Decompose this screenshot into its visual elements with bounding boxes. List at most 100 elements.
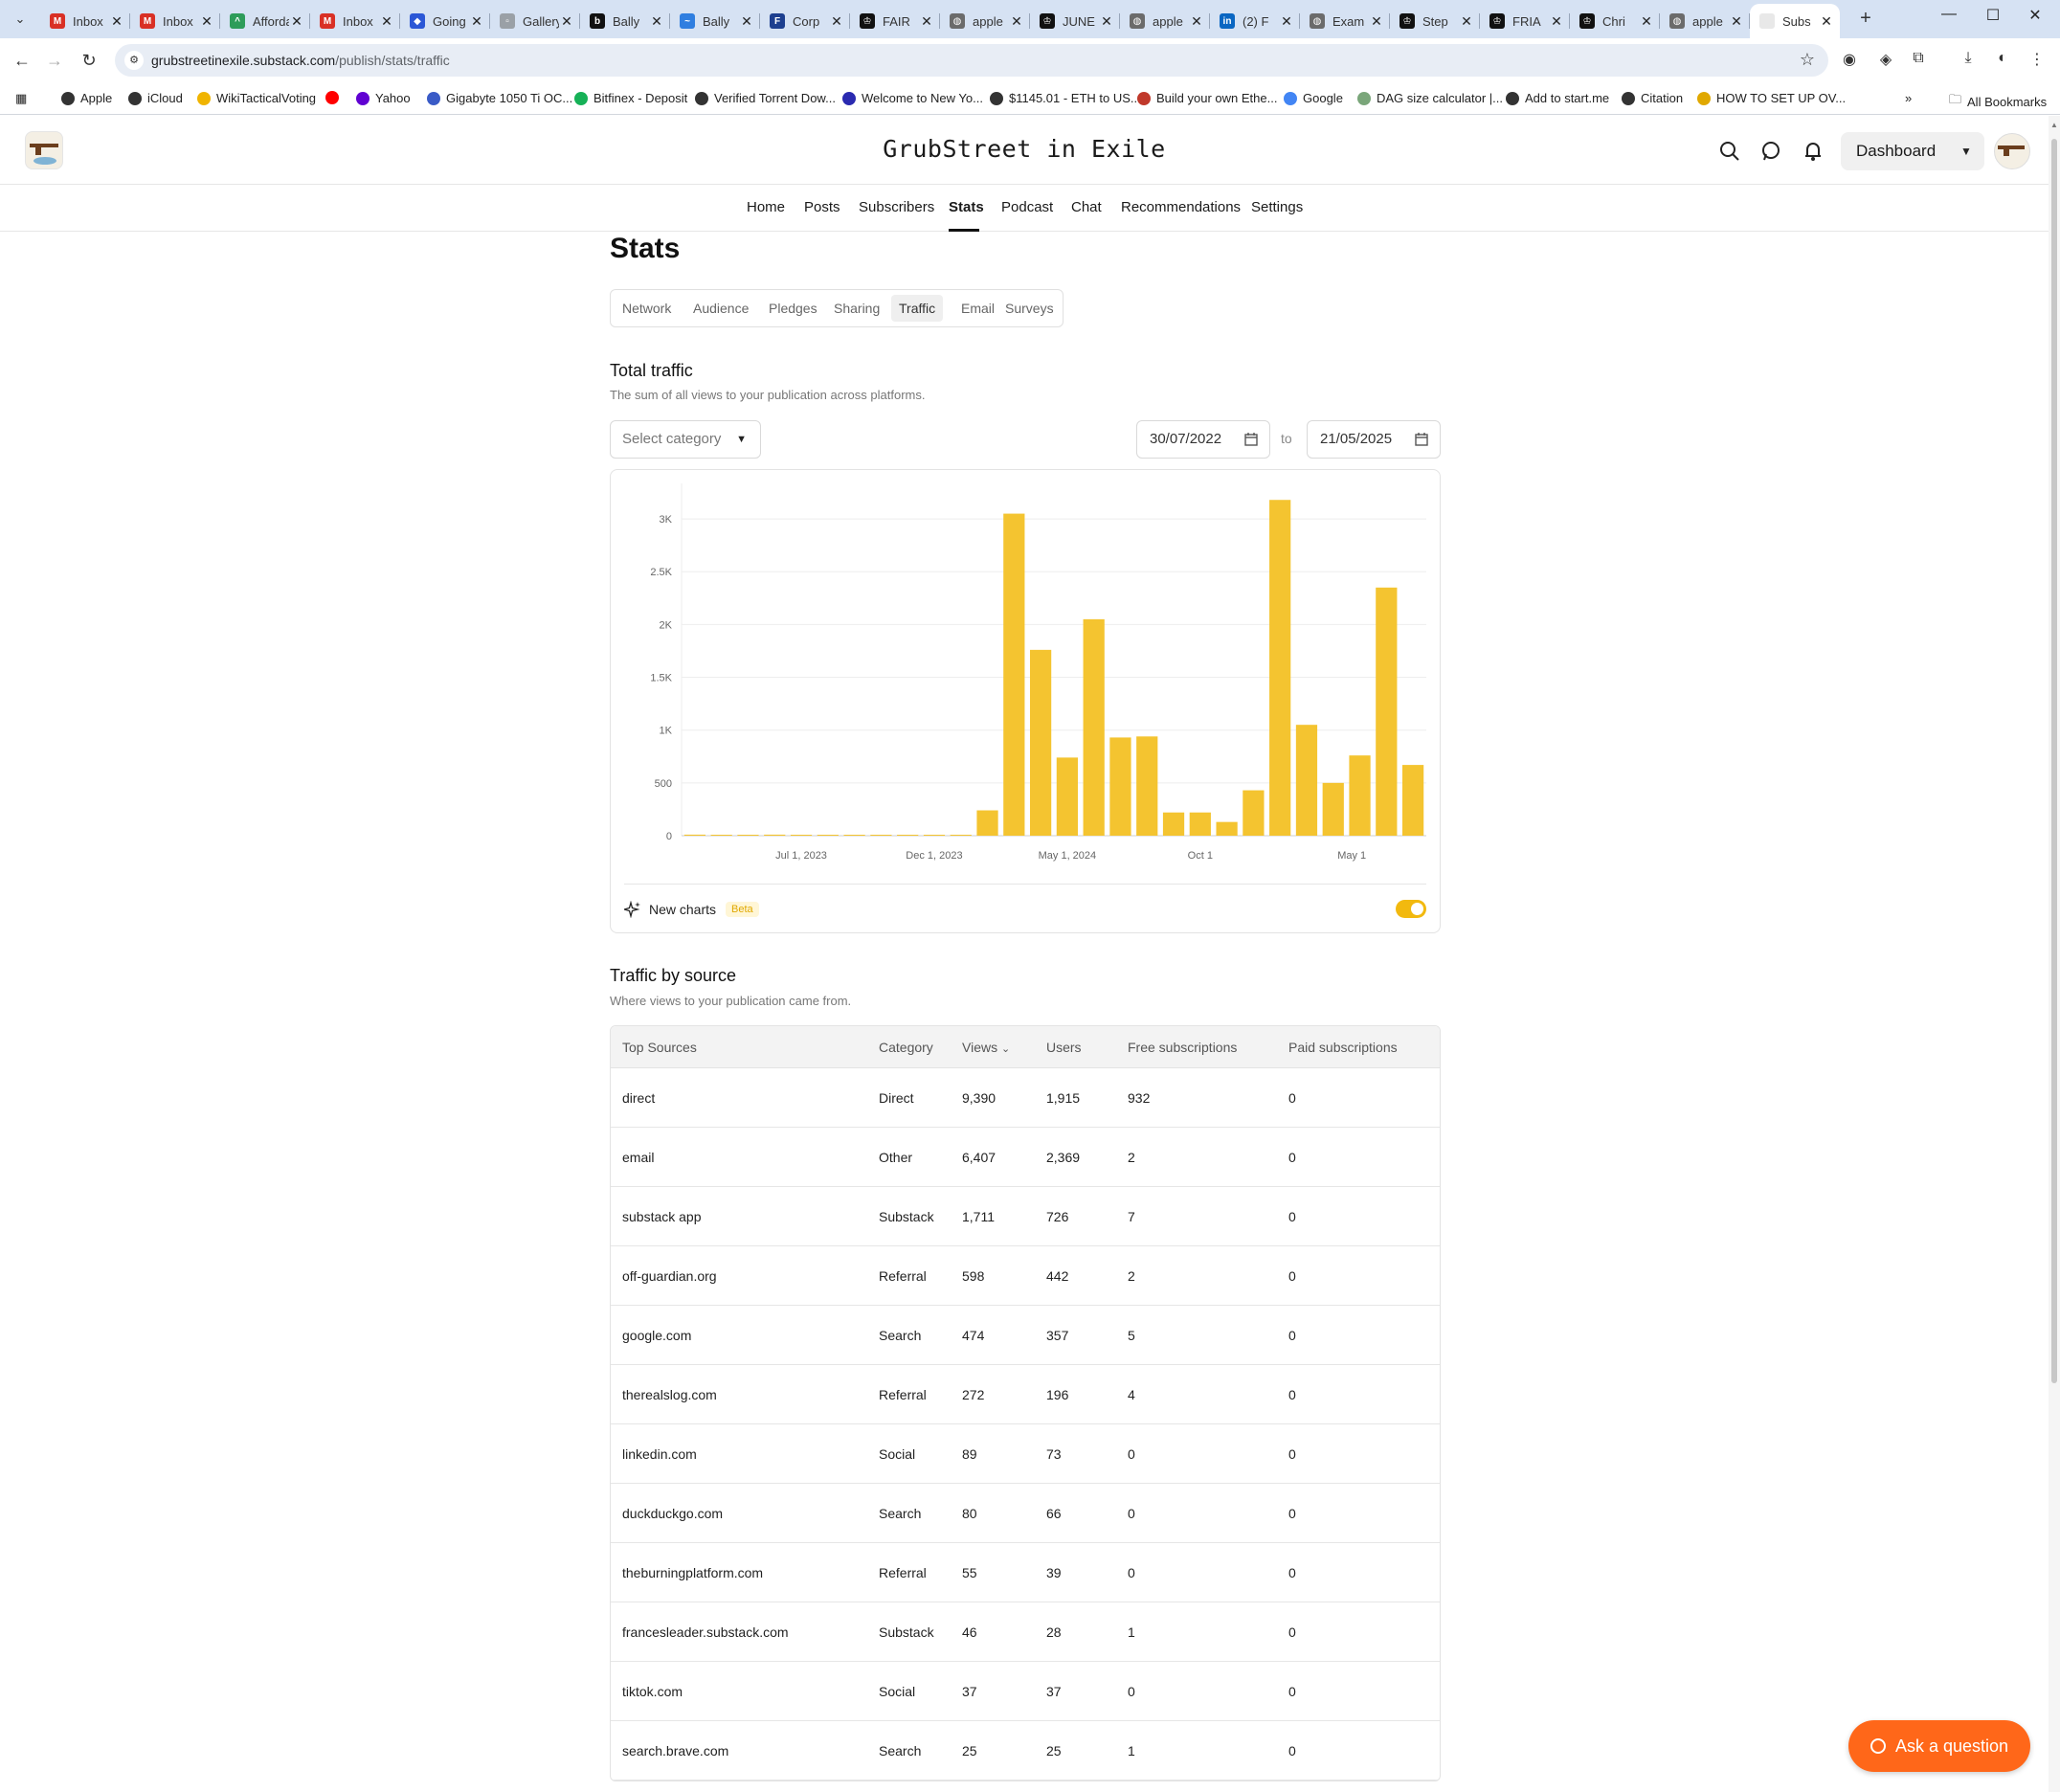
- dashboard-dropdown-caret-icon[interactable]: ▼: [1948, 132, 1984, 170]
- browser-tab[interactable]: in (2) F ✕: [1210, 6, 1300, 36]
- chart-bar[interactable]: [1189, 812, 1211, 836]
- chart-bar[interactable]: [1216, 821, 1238, 836]
- browser-tab[interactable]: ◆ Going ✕: [400, 6, 490, 36]
- date-from-field[interactable]: 30/07/2022: [1136, 420, 1270, 459]
- chart-bar[interactable]: [790, 835, 813, 836]
- close-tab-icon[interactable]: ✕: [1819, 13, 1834, 30]
- bookmarks-overflow-icon[interactable]: »: [1905, 91, 1912, 105]
- nav-stats[interactable]: Stats: [949, 199, 984, 215]
- dashboard-button[interactable]: Dashboard: [1841, 132, 1952, 170]
- table-row[interactable]: duckduckgo.com Search 80 66 0 0: [611, 1484, 1440, 1543]
- subtab-network[interactable]: Network: [615, 295, 679, 322]
- browser-tab[interactable]: ◍ apple ✕: [1660, 6, 1750, 36]
- menu-kebab-icon[interactable]: ⋮: [2026, 50, 2049, 71]
- chart-bar[interactable]: [764, 834, 786, 836]
- new-tab-button[interactable]: +: [1853, 8, 1878, 30]
- close-tab-icon[interactable]: ✕: [289, 13, 304, 30]
- calendar-icon[interactable]: [1414, 432, 1429, 447]
- chart-bar[interactable]: [1162, 812, 1185, 836]
- browser-tab[interactable]: M Inbox ✕: [40, 6, 130, 36]
- nav-settings[interactable]: Settings: [1251, 199, 1303, 215]
- apps-grid-icon[interactable]: ▦: [15, 91, 27, 106]
- browser-tab[interactable]: ♔ JUNE ✕: [1030, 6, 1120, 36]
- bookmark-item[interactable]: DAG size calculator |...: [1357, 91, 1503, 105]
- all-bookmarks-button[interactable]: 🗀 All Bookmarks: [1949, 91, 2047, 112]
- close-tab-icon[interactable]: ✕: [649, 13, 664, 30]
- search-icon[interactable]: [1717, 139, 1742, 164]
- calendar-icon[interactable]: [1243, 432, 1259, 447]
- table-row[interactable]: search.brave.com Search 25 25 1 0: [611, 1721, 1440, 1781]
- chart-bar[interactable]: [1243, 790, 1265, 836]
- table-row[interactable]: google.com Search 474 357 5 0: [611, 1306, 1440, 1365]
- address-bar[interactable]: ⚙ grubstreetinexile.substack.com/publish…: [115, 44, 1828, 77]
- chart-bar[interactable]: [710, 835, 732, 836]
- browser-tab[interactable]: M Inbox ✕: [130, 6, 220, 36]
- bookmark-item[interactable]: Welcome to New Yo...: [842, 91, 983, 105]
- page-scrollbar[interactable]: ▲: [2049, 116, 2060, 1792]
- bookmark-item[interactable]: Build your own Ethe...: [1137, 91, 1277, 105]
- chart-bar[interactable]: [1322, 782, 1344, 836]
- subtab-sharing[interactable]: Sharing: [826, 295, 887, 322]
- close-tab-icon[interactable]: ✕: [739, 13, 754, 30]
- new-charts-toggle[interactable]: [1396, 900, 1426, 918]
- chart-bar[interactable]: [923, 835, 946, 836]
- table-row[interactable]: theburningplatform.com Referral 55 39 0 0: [611, 1543, 1440, 1602]
- col-free-subscriptions[interactable]: Free subscriptions: [1128, 1040, 1237, 1055]
- bookmark-item[interactable]: WikiTacticalVoting: [197, 91, 316, 105]
- bookmark-item[interactable]: Bitfinex - Deposit: [574, 91, 687, 105]
- profile-icon[interactable]: ◐: [1991, 50, 2014, 71]
- chart-bar[interactable]: [976, 810, 998, 836]
- browser-tab[interactable]: ◍ Exam ✕: [1300, 6, 1390, 36]
- forward-icon[interactable]: →: [42, 48, 67, 73]
- bookmark-item[interactable]: Add to start.me: [1506, 91, 1609, 105]
- nav-chat[interactable]: Chat: [1071, 199, 1102, 215]
- subtab-surveys[interactable]: Surveys: [997, 295, 1062, 322]
- close-tab-icon[interactable]: ✕: [379, 13, 394, 30]
- bookmark-item[interactable]: Apple: [61, 91, 112, 105]
- browser-tab[interactable]: ▫ Gallery ✕: [490, 6, 580, 36]
- close-tab-icon[interactable]: ✕: [1099, 13, 1114, 30]
- bookmark-star-icon[interactable]: ☆: [1800, 50, 1815, 70]
- col-category[interactable]: Category: [879, 1040, 933, 1055]
- chart-bar[interactable]: [1349, 755, 1371, 836]
- ask-a-question-button[interactable]: Ask a question: [1848, 1720, 2030, 1772]
- chart-bar[interactable]: [1269, 500, 1291, 836]
- chart-bar[interactable]: [1003, 513, 1025, 836]
- close-tab-icon[interactable]: ✕: [829, 13, 844, 30]
- date-to-field[interactable]: 21/05/2025: [1307, 420, 1441, 459]
- table-row[interactable]: tiktok.com Social 37 37 0 0: [611, 1662, 1440, 1721]
- browser-tab[interactable]: ♔ FRIA ✕: [1480, 6, 1570, 36]
- close-tab-icon[interactable]: ✕: [1639, 13, 1654, 30]
- bookmark-item[interactable]: Google: [1284, 91, 1343, 105]
- chart-bar[interactable]: [897, 835, 919, 836]
- extensions-puzzle-icon[interactable]: ⧉: [1907, 50, 1930, 71]
- nav-podcast[interactable]: Podcast: [1001, 199, 1053, 215]
- nav-recommendations[interactable]: Recommendations: [1121, 199, 1241, 215]
- bookmark-item[interactable]: Gigabyte 1050 Ti OC...: [427, 91, 572, 105]
- reload-icon[interactable]: ↻: [77, 48, 101, 73]
- site-info-icon[interactable]: ⚙: [124, 51, 144, 70]
- maximize-button[interactable]: ☐: [1974, 6, 2012, 25]
- chart-bar[interactable]: [1136, 736, 1158, 836]
- chart-bar[interactable]: [1029, 649, 1052, 836]
- chart-bar[interactable]: [870, 835, 892, 836]
- category-select[interactable]: Select category ▼: [610, 420, 761, 459]
- close-tab-icon[interactable]: ✕: [109, 13, 124, 30]
- browser-tab[interactable]: Subs ✕: [1750, 4, 1840, 38]
- subtab-audience[interactable]: Audience: [685, 295, 756, 322]
- subtab-traffic[interactable]: Traffic: [891, 295, 944, 322]
- bookmark-item[interactable]: iCloud: [128, 91, 183, 105]
- browser-tab[interactable]: M Inbox ✕: [310, 6, 400, 36]
- browser-tab[interactable]: b Bally ✕: [580, 6, 670, 36]
- nav-home[interactable]: Home: [747, 199, 785, 215]
- download-icon[interactable]: ⤓: [1957, 50, 1980, 71]
- extension-icon[interactable]: ◈: [1874, 50, 1897, 71]
- chart-bar[interactable]: [737, 835, 759, 836]
- close-tab-icon[interactable]: ✕: [199, 13, 214, 30]
- bell-icon[interactable]: [1801, 139, 1825, 164]
- extension-icon[interactable]: ◉: [1838, 50, 1861, 71]
- bookmark-item[interactable]: Citation: [1622, 91, 1683, 105]
- close-tab-icon[interactable]: ✕: [1369, 13, 1384, 30]
- avatar[interactable]: [1994, 133, 2030, 169]
- back-icon[interactable]: ←: [10, 48, 34, 73]
